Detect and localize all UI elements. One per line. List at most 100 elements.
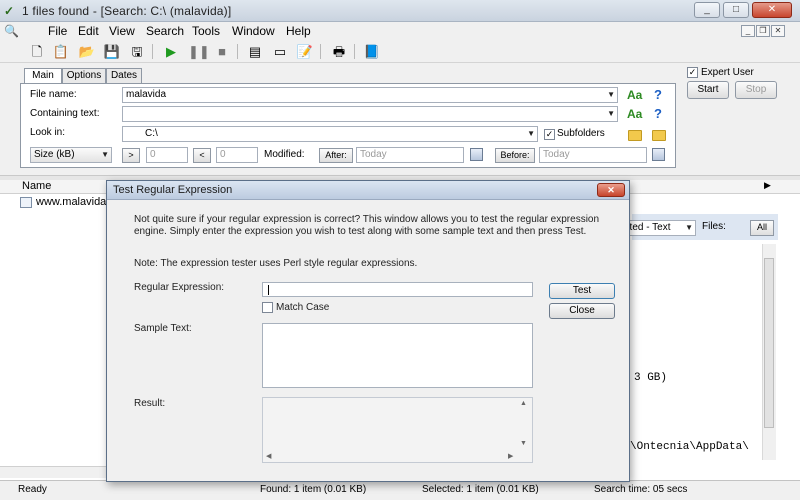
chevron-down-icon[interactable]: ▼ bbox=[101, 148, 109, 162]
min-size-value: 0 bbox=[150, 149, 156, 160]
max-size-input[interactable]: 0 bbox=[216, 147, 258, 163]
folder-icon[interactable] bbox=[628, 130, 642, 141]
mdi-close-icon[interactable]: ✕ bbox=[771, 25, 785, 37]
name-column-header[interactable]: Name bbox=[22, 180, 51, 192]
min-size-input[interactable]: 0 bbox=[146, 147, 188, 163]
files-filter-button[interactable]: All bbox=[750, 220, 774, 236]
chevron-down-icon[interactable]: ▼ bbox=[685, 221, 693, 235]
chevron-down-icon[interactable]: ▼ bbox=[607, 107, 615, 121]
copy-icon[interactable]: 📋 bbox=[52, 43, 70, 60]
minimize-button[interactable]: _ bbox=[694, 2, 720, 18]
subfolders-checkbox[interactable]: ✓ bbox=[544, 129, 555, 140]
toolbar-separator bbox=[320, 44, 321, 59]
test-button[interactable]: Test bbox=[549, 283, 615, 299]
start-button[interactable]: Start bbox=[687, 81, 729, 99]
folder-add-icon[interactable] bbox=[652, 130, 666, 141]
preview-text-line: \Ontecnia\AppData\ bbox=[630, 441, 749, 453]
expert-user-checkbox[interactable]: ✓ bbox=[687, 67, 698, 78]
print-icon[interactable]: 🖶 bbox=[330, 43, 348, 60]
chevron-down-icon[interactable]: ▼ bbox=[527, 127, 535, 141]
text-cursor bbox=[268, 285, 269, 295]
sample-text-input[interactable] bbox=[262, 323, 533, 388]
before-button[interactable]: Before: bbox=[495, 148, 535, 163]
new-file-icon[interactable]: 🗋 bbox=[28, 43, 46, 60]
chevron-right-icon[interactable]: ▶ bbox=[764, 180, 771, 191]
status-search-time: Search time: 05 secs bbox=[594, 484, 688, 495]
maximize-button[interactable]: □ bbox=[723, 2, 749, 18]
properties-icon[interactable]: ▤ bbox=[246, 43, 264, 60]
subfolders-label: Subfolders bbox=[557, 128, 605, 139]
before-date-input[interactable]: Today bbox=[539, 147, 647, 163]
menu-search[interactable]: Search bbox=[146, 24, 184, 38]
stop-button[interactable]: Stop bbox=[735, 81, 777, 99]
close-window-button[interactable]: ✕ bbox=[752, 2, 792, 18]
regex-label: Regular Expression: bbox=[134, 282, 225, 293]
case-sensitive-icon[interactable]: Aa bbox=[627, 88, 642, 102]
containing-text-input[interactable]: ▼ bbox=[122, 106, 618, 122]
menu-file[interactable]: File bbox=[48, 24, 67, 38]
horizontal-scrollbar[interactable] bbox=[0, 466, 110, 478]
regex-input[interactable] bbox=[262, 282, 533, 297]
status-selected: Selected: 1 item (0.01 KB) bbox=[422, 484, 539, 495]
look-in-value: C:\ bbox=[145, 128, 158, 139]
pause-icon[interactable]: ❚❚ bbox=[188, 43, 210, 60]
modified-label: Modified: bbox=[264, 149, 305, 160]
menu-window[interactable]: Window bbox=[232, 24, 275, 38]
scrollbar-thumb[interactable] bbox=[764, 258, 774, 428]
menu-help[interactable]: Help bbox=[286, 24, 311, 38]
greater-than-button[interactable]: > bbox=[122, 148, 140, 163]
stop-icon[interactable]: ■ bbox=[213, 43, 231, 60]
calendar-icon[interactable] bbox=[470, 148, 483, 161]
match-case-checkbox[interactable] bbox=[262, 302, 273, 313]
save-as-icon[interactable]: 🖫 bbox=[128, 43, 146, 60]
calendar-icon[interactable] bbox=[652, 148, 665, 161]
look-in-input[interactable]: C:\ ▼ bbox=[122, 126, 538, 142]
file-name-input[interactable]: malavida ▼ bbox=[122, 87, 618, 103]
scroll-down-icon[interactable]: ▼ bbox=[520, 440, 527, 447]
dialog-title: Test Regular Expression bbox=[113, 184, 233, 196]
case-sensitive-icon[interactable]: Aa bbox=[627, 107, 642, 121]
after-button[interactable]: After: bbox=[319, 148, 353, 163]
toolbar-separator bbox=[152, 44, 153, 59]
less-than-button[interactable]: < bbox=[193, 148, 211, 163]
menu-tools[interactable]: Tools bbox=[192, 24, 220, 38]
help-icon[interactable]: ? bbox=[654, 106, 662, 121]
files-label: Files: bbox=[702, 221, 726, 232]
status-found: Found: 1 item (0.01 KB) bbox=[260, 484, 367, 495]
containing-text-label: Containing text: bbox=[30, 108, 100, 119]
size-select[interactable]: Size (kB) ▼ bbox=[30, 147, 112, 163]
mdi-minimize-icon[interactable]: _ bbox=[741, 25, 755, 37]
play-icon[interactable]: ▶ bbox=[162, 43, 180, 60]
open-folder-icon[interactable]: 📂 bbox=[78, 43, 96, 60]
scroll-right-icon[interactable]: ▶ bbox=[508, 452, 513, 460]
help-book-icon[interactable]: 📘 bbox=[363, 43, 381, 60]
before-date-value: Today bbox=[543, 149, 570, 160]
file-icon bbox=[20, 197, 32, 208]
expert-user-label: Expert User bbox=[701, 67, 754, 78]
menu-edit[interactable]: Edit bbox=[78, 24, 99, 38]
app-check-icon: ✓ bbox=[4, 4, 15, 18]
result-row-name[interactable]: www.malavida bbox=[36, 196, 106, 208]
help-icon[interactable]: ? bbox=[654, 87, 662, 102]
dialog-intro-text: Not quite sure if your regular expressio… bbox=[134, 214, 600, 237]
preview-mode-select[interactable]: ated - Text ▼ bbox=[620, 220, 696, 236]
save-icon[interactable]: 💾 bbox=[103, 43, 121, 60]
window-title: 1 files found - [Search: C:\ (malavida)] bbox=[22, 4, 232, 18]
size-select-value: Size (kB) bbox=[34, 149, 75, 160]
menu-view[interactable]: View bbox=[109, 24, 135, 38]
after-date-input[interactable]: Today bbox=[356, 147, 464, 163]
file-name-label: File name: bbox=[30, 89, 77, 100]
mdi-restore-icon[interactable]: ❐ bbox=[756, 25, 770, 37]
tab-options[interactable]: Options bbox=[62, 68, 106, 84]
chevron-down-icon[interactable]: ▼ bbox=[607, 88, 615, 102]
dialog-note-text: Note: The expression tester uses Perl st… bbox=[134, 258, 418, 269]
close-button[interactable]: Close bbox=[549, 303, 615, 319]
scroll-left-icon[interactable]: ◀ bbox=[266, 452, 271, 460]
tab-dates[interactable]: Dates bbox=[106, 68, 142, 84]
preview-text-line: 3 GB) bbox=[634, 372, 668, 384]
export-icon[interactable]: 📝 bbox=[296, 43, 314, 60]
scroll-up-icon[interactable]: ▲ bbox=[520, 400, 527, 407]
dialog-close-icon[interactable]: ✕ bbox=[597, 183, 625, 197]
window-icon[interactable]: ▭ bbox=[271, 43, 289, 60]
toolbar-separator bbox=[237, 44, 238, 59]
